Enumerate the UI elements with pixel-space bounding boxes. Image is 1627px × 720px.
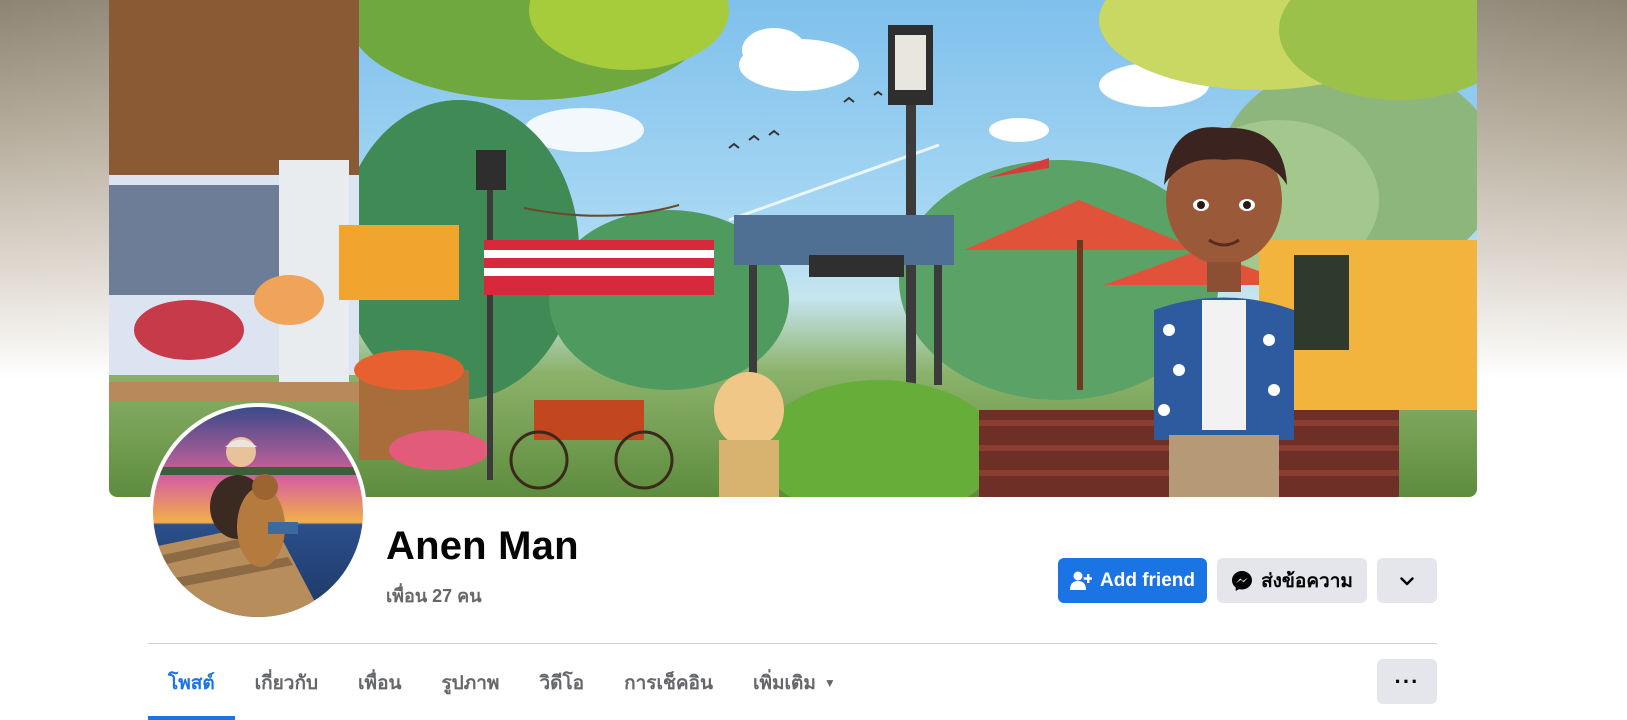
tab-friends[interactable]: เพื่อน <box>338 652 421 714</box>
tab-more[interactable]: เพิ่มเติม ▼ <box>733 652 856 714</box>
profile-name: Anen Man <box>386 524 579 568</box>
add-friend-button[interactable]: Add friend <box>1058 558 1207 603</box>
friend-count-link[interactable]: เพื่อน 27 คน <box>386 581 482 610</box>
caret-down-icon: ▼ <box>823 676 836 690</box>
person-add-icon <box>1070 571 1092 591</box>
messenger-icon <box>1231 570 1253 592</box>
message-label: ส่งข้อความ <box>1261 570 1353 592</box>
chevron-down-icon <box>1400 570 1414 592</box>
tab-check-ins[interactable]: การเช็คอิน <box>604 652 733 714</box>
profile-actions-dropdown-button[interactable] <box>1377 558 1437 603</box>
tab-about[interactable]: เกี่ยวกับ <box>235 652 338 714</box>
profile-picture[interactable] <box>149 403 367 621</box>
tab-photos[interactable]: รูปภาพ <box>421 652 519 714</box>
message-button[interactable]: ส่งข้อความ <box>1217 558 1367 603</box>
profile-picture-image <box>153 407 363 617</box>
more-options-button[interactable]: ··· <box>1377 659 1437 704</box>
header-divider <box>148 643 1437 644</box>
tab-videos[interactable]: วิดีโอ <box>519 652 604 714</box>
profile-tabs: โพสต์ เกี่ยวกับ เพื่อน รูปภาพ วิดีโอ การ… <box>148 652 856 720</box>
tab-posts[interactable]: โพสต์ <box>148 652 235 720</box>
add-friend-label: Add friend <box>1100 569 1195 591</box>
ellipsis-icon: ··· <box>1394 668 1420 694</box>
